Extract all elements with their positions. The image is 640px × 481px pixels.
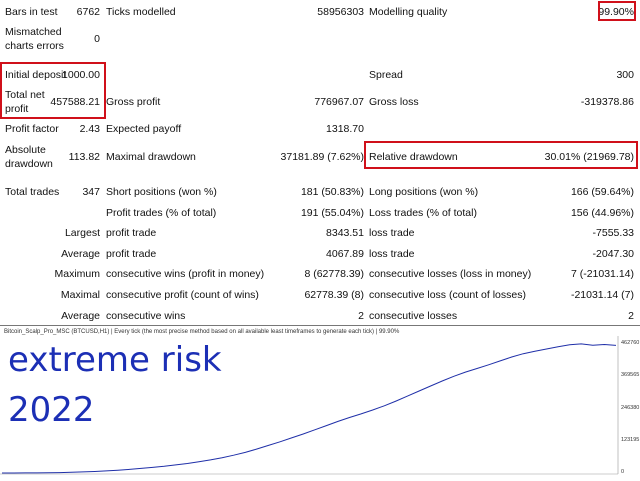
profit-factor-label: Profit factor — [5, 123, 59, 135]
avg-cons-wins-label: consecutive wins — [106, 310, 186, 322]
gross-loss-label: Gross loss — [369, 96, 419, 108]
profit-trades-label: Profit trades (% of total) — [106, 207, 217, 219]
y-tick-label: 369565 — [621, 372, 640, 379]
modelling-quality-highlight — [598, 1, 636, 21]
largest-profit-label: profit trade — [106, 227, 157, 239]
long-positions-value: 166 (59.64%) — [570, 186, 634, 198]
largest-loss-value: -7555.33 — [592, 227, 634, 239]
abs-drawdown-label-line1: Absolute — [5, 144, 46, 156]
average-label: Average — [61, 248, 100, 260]
bars-in-test-value: 6762 — [76, 6, 100, 18]
spread-label: Spread — [369, 69, 403, 81]
avg-cons-wins-value: 2 — [358, 310, 364, 322]
max-drawdown-value: 37181.89 (7.62%) — [280, 151, 364, 163]
avg-cons-losses-label: consecutive losses — [369, 310, 458, 322]
average-profit-label: profit trade — [106, 248, 157, 260]
max-drawdown-label: Maximal drawdown — [106, 151, 196, 163]
profit-factor-value: 2.43 — [79, 123, 100, 135]
relative-drawdown-highlight — [364, 141, 638, 169]
modelling-quality-label: Modelling quality — [369, 6, 448, 18]
total-trades-value: 347 — [82, 186, 100, 198]
maximal-cons-loss-label: consecutive loss (count of losses) — [369, 289, 526, 301]
short-positions-label: Short positions (won %) — [106, 186, 217, 198]
max-cons-losses-label: consecutive losses (loss in money) — [369, 268, 532, 280]
largest-profit-value: 8343.51 — [326, 227, 364, 239]
y-tick-label: 123195 — [621, 436, 640, 443]
mismatched-label-line1: Mismatched — [5, 26, 62, 38]
average2-label: Average — [61, 310, 100, 322]
spread-value: 300 — [616, 69, 634, 81]
ticks-modelled-label: Ticks modelled — [106, 6, 176, 18]
avg-cons-losses-value: 2 — [628, 310, 634, 322]
overlay-text-line2: 2022 — [8, 390, 95, 430]
mismatched-label-line2: charts errors — [5, 40, 64, 52]
long-positions-label: Long positions (won %) — [369, 186, 479, 198]
profit-trades-value: 191 (55.04%) — [300, 207, 364, 219]
total-trades-label: Total trades — [5, 186, 60, 198]
expected-payoff-value: 1318.70 — [326, 123, 364, 135]
largest-label: Largest — [64, 227, 100, 239]
expected-payoff-label: Expected payoff — [106, 123, 182, 135]
balance-chart: Bitcoin_Scalp_Pro_MSC (BTCUSD,H1) | Ever… — [0, 325, 640, 481]
maximal-cons-loss-value: -21031.14 (7) — [570, 289, 634, 301]
y-tick-label: 246380 — [621, 404, 640, 411]
abs-drawdown-label-line2: drawdown — [5, 158, 53, 170]
maximal-label: Maximal — [60, 289, 100, 301]
maximal-cons-profit-value: 62778.39 (8) — [304, 289, 364, 301]
short-positions-value: 181 (50.83%) — [300, 186, 364, 198]
bars-in-test-label: Bars in test — [5, 6, 58, 18]
average-profit-value: 4067.89 — [326, 248, 364, 260]
maximum-label: Maximum — [54, 268, 100, 280]
y-tick-label: 0 — [621, 469, 625, 475]
overlay-text-line1: extreme risk — [8, 340, 222, 380]
maximal-cons-profit-label: consecutive profit (count of wins) — [106, 289, 259, 301]
deposit-profit-highlight — [0, 62, 106, 119]
max-cons-wins-value: 8 (62778.39) — [304, 268, 364, 280]
max-cons-wins-label: consecutive wins (profit in money) — [106, 268, 265, 280]
loss-trades-label: Loss trades (% of total) — [369, 207, 477, 219]
gross-profit-label: Gross profit — [106, 96, 161, 108]
largest-loss-label: loss trade — [369, 227, 415, 239]
mismatched-value: 0 — [94, 33, 100, 45]
abs-drawdown-value: 113.82 — [68, 151, 100, 163]
y-tick-label: 462760 — [621, 340, 640, 346]
gross-profit-value: 776967.07 — [314, 96, 364, 108]
max-cons-losses-value: 7 (-21031.14) — [570, 268, 634, 280]
average-loss-value: -2047.30 — [592, 248, 634, 260]
gross-loss-value: -319378.86 — [580, 96, 634, 108]
average-loss-label: loss trade — [369, 248, 415, 260]
ticks-modelled-value: 58956303 — [317, 6, 364, 18]
loss-trades-value: 156 (44.96%) — [570, 207, 634, 219]
